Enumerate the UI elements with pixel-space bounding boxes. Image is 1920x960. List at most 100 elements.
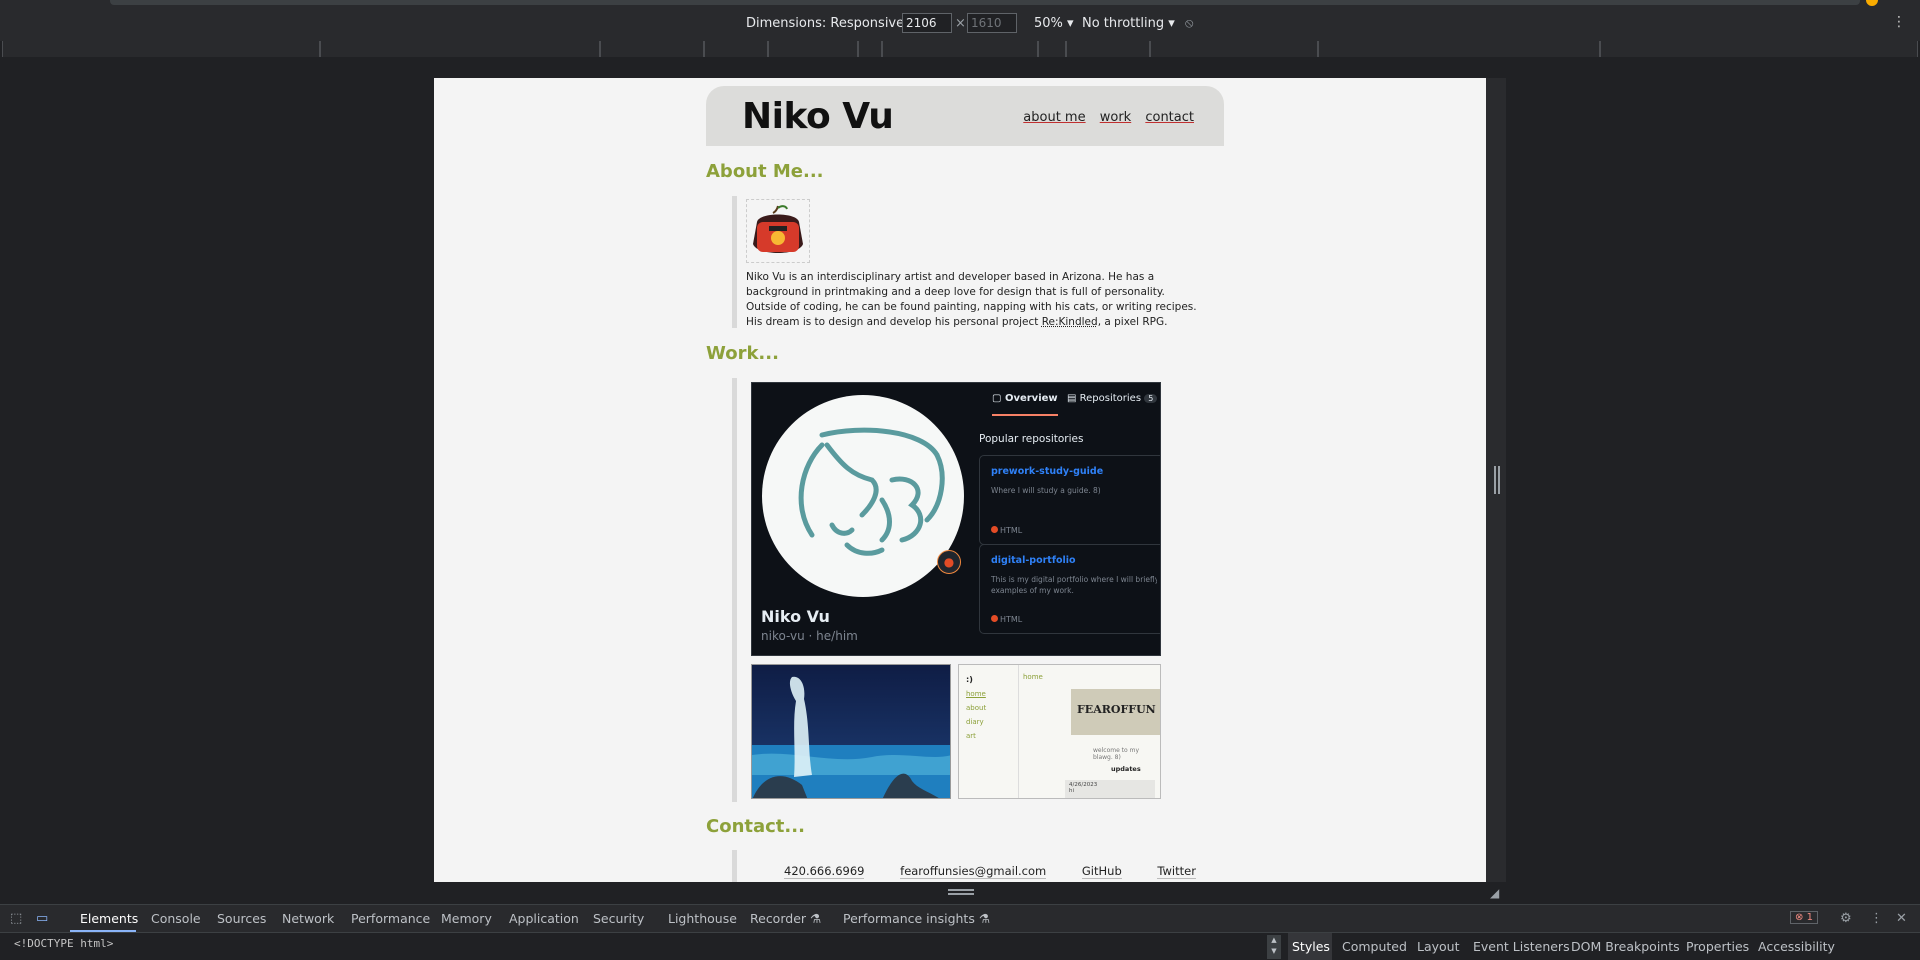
rotate-icon[interactable]: ⦸ [1185, 16, 1193, 31]
tab-lighthouse[interactable]: Lighthouse [668, 911, 737, 926]
contact-list: 420.666.6969 fearoffunsies@gmail.com Git… [784, 864, 1228, 879]
media-query-segment[interactable] [768, 41, 858, 57]
tab-elements[interactable]: Elements [80, 911, 138, 926]
blog-nav-about: about [966, 704, 987, 712]
more-options-icon[interactable]: ⋮ [1892, 14, 1906, 30]
about-heading: About Me... [706, 161, 824, 182]
media-query-segment[interactable] [1600, 41, 1918, 57]
site-header: Niko Vu about me work contact [706, 86, 1224, 146]
nav-link-about[interactable]: about me [1023, 110, 1085, 125]
media-query-segment[interactable] [320, 41, 600, 57]
active-tab-indicator [992, 414, 1058, 416]
media-query-bar [0, 41, 1920, 57]
contact-blockquote-bar [732, 850, 737, 882]
viewport-width-input[interactable]: 2106 [902, 13, 952, 33]
avatar [746, 199, 810, 263]
repo-description: Where I will study a guide. 8) [991, 486, 1101, 495]
more-options-icon[interactable]: ⋮ [1870, 911, 1883, 926]
tab-recorder[interactable]: Recorder ⚗ [750, 911, 821, 926]
media-query-segment[interactable] [1150, 41, 1318, 57]
dom-doctype-node[interactable]: <!DOCTYPE html> [14, 937, 113, 950]
tab-memory[interactable]: Memory [441, 911, 492, 926]
media-query-segment[interactable] [1066, 41, 1150, 57]
tab-event-listeners[interactable]: Event Listeners [1473, 939, 1570, 954]
contact-twitter-link[interactable]: Twitter [1157, 864, 1196, 879]
times-separator: × [955, 16, 966, 31]
work-blockquote-bar [732, 378, 737, 802]
blog-sidebar: :) home about diary art [959, 665, 1019, 798]
flask-icon: ⚗ [978, 911, 991, 926]
tab-layout[interactable]: Layout [1417, 939, 1460, 954]
repo-language: HTML [991, 526, 1022, 535]
panel-scroll-stepper[interactable]: ▲ ▼ [1267, 935, 1281, 959]
blog-nav-home: home [966, 690, 986, 698]
popular-repositories-label: Popular repositories [979, 433, 1084, 445]
zoom-dropdown[interactable]: 50% ▾ [1034, 16, 1074, 31]
nav-link-work[interactable]: work [1100, 110, 1131, 125]
address-bar-edge [110, 0, 1860, 5]
repo-card: digital-portfolio This is my digital por… [979, 544, 1160, 634]
tab-sources[interactable]: Sources [217, 911, 266, 926]
tab-application[interactable]: Application [509, 911, 579, 926]
blog-nav-art: art [966, 732, 976, 740]
media-query-segment[interactable] [1318, 41, 1600, 57]
about-blockquote-bar [732, 196, 737, 328]
media-query-segment[interactable] [1038, 41, 1066, 57]
resize-handle-corner-icon[interactable]: ◢ [1490, 886, 1499, 900]
media-query-segment[interactable] [2, 41, 320, 57]
site-title: Niko Vu [742, 96, 894, 137]
language-dot-icon [991, 526, 998, 533]
github-handle: niko-vu · he/him [761, 629, 858, 643]
site-nav: about me work contact [1013, 110, 1194, 125]
tab-performance[interactable]: Performance [351, 911, 430, 926]
blog-updates-heading: updates [1111, 765, 1141, 773]
devtools-panel: <!DOCTYPE html> ▲ ▼ Styles Computed Layou… [0, 932, 1920, 960]
tab-security[interactable]: Security [593, 911, 644, 926]
settings-gear-icon[interactable]: ⚙ [1840, 911, 1852, 926]
repo-language: HTML [991, 615, 1022, 624]
github-name: Niko Vu [761, 607, 830, 626]
repo-description: This is my digital portfolio where I wil… [991, 575, 1157, 595]
tomato-status-icon: ● [937, 550, 961, 574]
throttling-dropdown[interactable]: No throttling ▾ [1082, 16, 1175, 31]
nav-link-contact[interactable]: contact [1145, 110, 1194, 125]
error-count-badge[interactable]: ⊗ 1 [1790, 911, 1818, 924]
contact-heading: Contact... [706, 816, 805, 837]
resize-handle-right[interactable] [1494, 466, 1500, 494]
device-toolbar: Dimensions: Responsive ▾ 2106 × 1610 50%… [0, 7, 1920, 41]
blog-screenshot[interactable]: :) home about diary art home FEAROFFUN w… [958, 664, 1161, 799]
blog-welcome-text: welcome to my blawg. 8) [1093, 747, 1140, 761]
media-query-segment[interactable] [704, 41, 768, 57]
repo-name: digital-portfolio [991, 555, 1076, 566]
tab-performance-insights[interactable]: Performance insights ⚗ [843, 911, 990, 926]
profile-avatar[interactable] [1866, 0, 1878, 6]
tab-styles[interactable]: Styles [1292, 939, 1330, 954]
tab-dom-breakpoints[interactable]: DOM Breakpoints [1571, 939, 1680, 954]
rekindled-link[interactable]: Re:Kindled [1042, 316, 1098, 328]
emulated-viewport: Niko Vu about me work contact About Me..… [434, 78, 1486, 882]
tab-network[interactable]: Network [282, 911, 334, 926]
tab-console[interactable]: Console [151, 911, 201, 926]
contact-email[interactable]: fearoffunsies@gmail.com [900, 864, 1047, 879]
resize-handle-bottom[interactable] [948, 889, 974, 895]
media-query-segment[interactable] [882, 41, 1038, 57]
language-dot-icon [991, 615, 998, 622]
inspect-element-icon[interactable]: ⬚ [10, 911, 22, 926]
device-toggle-icon[interactable]: ▭ [36, 911, 48, 926]
about-paragraph: Niko Vu is an interdisciplinary artist a… [746, 271, 1197, 328]
tab-accessibility[interactable]: Accessibility [1758, 939, 1835, 954]
contact-github-link[interactable]: GitHub [1081, 864, 1122, 879]
viewport-height-input[interactable]: 1610 [967, 13, 1017, 33]
tab-properties[interactable]: Properties [1686, 939, 1749, 954]
repo-name: prework-study-guide [991, 466, 1104, 477]
dimensions-dropdown[interactable]: Dimensions: Responsive ▾ [746, 16, 915, 31]
github-profile-screenshot[interactable]: ▢ Overview ▤ Repositories 5 ● Niko Vu ni… [751, 382, 1161, 656]
tab-computed[interactable]: Computed [1342, 939, 1407, 954]
art-screenshot[interactable] [751, 664, 951, 799]
blog-update-entry: 4/26/2023 hi [1065, 780, 1155, 798]
contact-phone[interactable]: 420.666.6969 [784, 864, 865, 879]
devtools-tab-bar: ⬚ ▭ Elements Console Sources Network Per… [0, 904, 1920, 932]
close-devtools-icon[interactable]: ✕ [1896, 911, 1907, 926]
media-query-segment[interactable] [600, 41, 704, 57]
media-query-segment[interactable] [858, 41, 882, 57]
